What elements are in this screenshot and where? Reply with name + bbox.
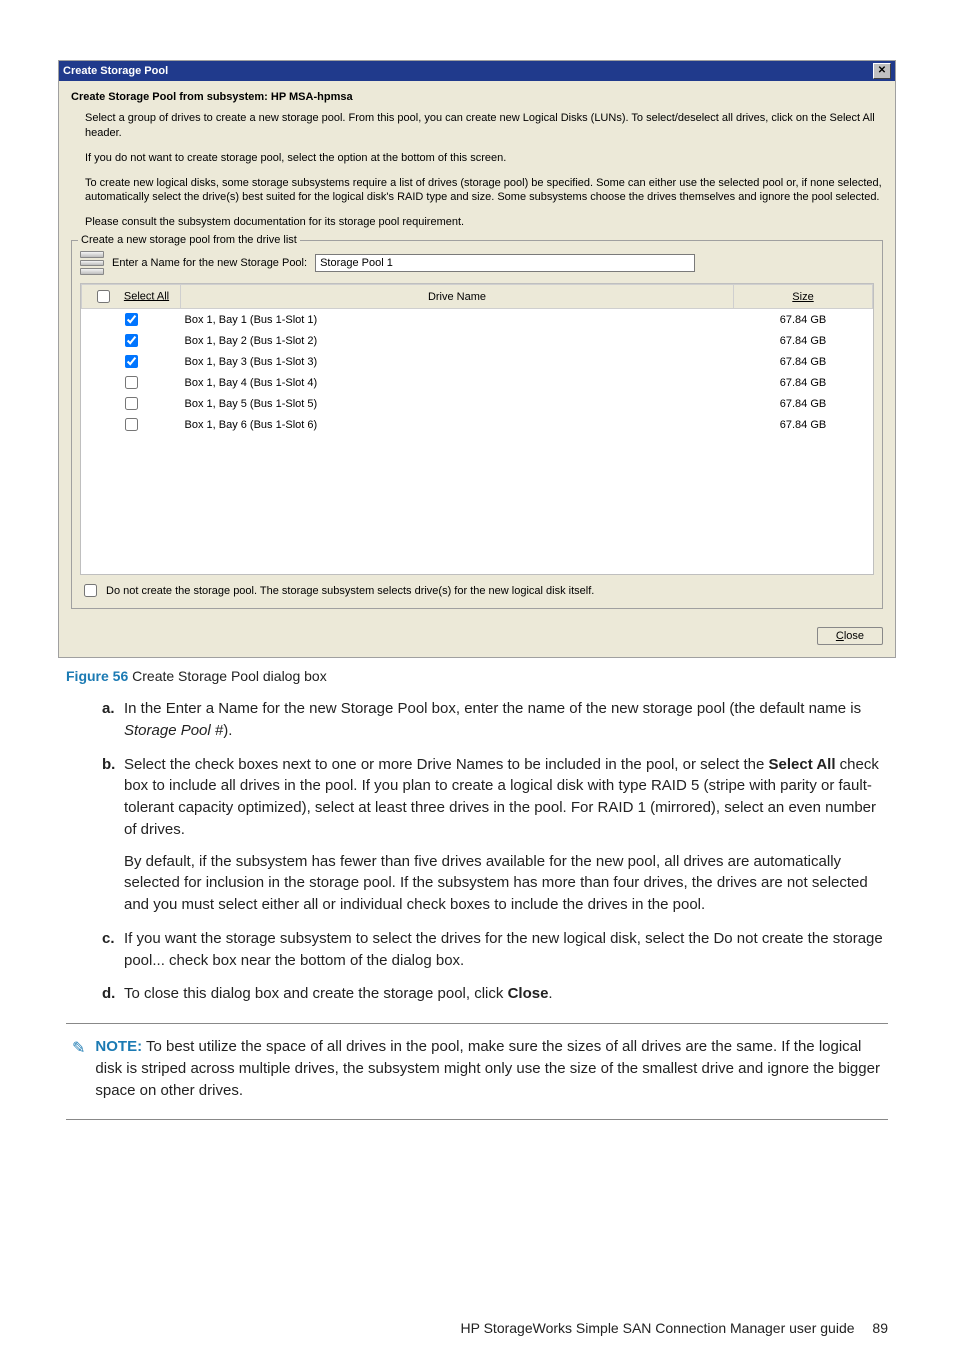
note-label: NOTE: — [95, 1038, 142, 1055]
table-row: Box 1, Bay 6 (Bus 1-Slot 6)67.84 GB — [82, 414, 873, 435]
dialog-titlebar: Create Storage Pool ✕ — [59, 61, 895, 81]
drive-name-cell: Box 1, Bay 1 (Bus 1-Slot 1) — [181, 309, 734, 331]
dialog-paragraph: Please consult the subsystem documentati… — [85, 215, 883, 230]
table-row: Box 1, Bay 3 (Bus 1-Slot 3)67.84 GB — [82, 351, 873, 372]
page-footer: HP StorageWorks Simple SAN Connection Ma… — [66, 1320, 888, 1336]
drive-size-cell: 67.84 GB — [734, 309, 873, 331]
create-storage-pool-dialog: Create Storage Pool ✕ Create Storage Poo… — [58, 60, 896, 658]
drive-size-cell: 67.84 GB — [734, 414, 873, 435]
pool-name-input[interactable] — [315, 254, 695, 272]
do-not-create-label: Do not create the storage pool. The stor… — [106, 585, 594, 597]
column-size[interactable]: Size — [734, 285, 873, 309]
drive-checkbox[interactable] — [125, 334, 138, 347]
dialog-heading: Create Storage Pool from subsystem: HP M… — [71, 91, 883, 103]
drive-name-cell: Box 1, Bay 6 (Bus 1-Slot 6) — [181, 414, 734, 435]
divider — [66, 1023, 888, 1024]
list-item: b. Select the check boxes next to one or… — [102, 754, 888, 916]
table-row: Box 1, Bay 1 (Bus 1-Slot 1)67.84 GB — [82, 309, 873, 331]
drive-checkbox[interactable] — [125, 355, 138, 368]
column-select-all[interactable]: Select All — [82, 285, 181, 309]
drive-size-cell: 67.84 GB — [734, 330, 873, 351]
footer-text: HP StorageWorks Simple SAN Connection Ma… — [461, 1320, 855, 1336]
pool-name-label: Enter a Name for the new Storage Pool: — [112, 257, 307, 269]
list-item: d. To close this dialog box and create t… — [102, 983, 888, 1005]
list-item: c. If you want the storage subsystem to … — [102, 928, 888, 972]
page-number: 89 — [872, 1320, 888, 1336]
drive-checkbox[interactable] — [125, 418, 138, 431]
drive-name-cell: Box 1, Bay 4 (Bus 1-Slot 4) — [181, 372, 734, 393]
do-not-create-checkbox[interactable] — [84, 584, 97, 597]
close-icon[interactable]: ✕ — [873, 63, 891, 79]
drive-name-cell: Box 1, Bay 2 (Bus 1-Slot 2) — [181, 330, 734, 351]
drive-checkbox[interactable] — [125, 376, 138, 389]
drive-checkbox[interactable] — [125, 313, 138, 326]
drive-size-cell: 67.84 GB — [734, 372, 873, 393]
select-all-checkbox[interactable] — [97, 290, 110, 303]
drive-grid: Select All Drive Name Size Box 1, Bay 1 … — [80, 283, 874, 575]
figure-caption: Figure 56 Create Storage Pool dialog box — [66, 668, 888, 684]
figure-label: Figure 56 — [66, 668, 128, 684]
dialog-paragraph: To create new logical disks, some storag… — [85, 176, 883, 206]
table-row: Box 1, Bay 4 (Bus 1-Slot 4)67.84 GB — [82, 372, 873, 393]
drive-name-cell: Box 1, Bay 5 (Bus 1-Slot 5) — [181, 393, 734, 414]
dialog-paragraph: Select a group of drives to create a new… — [85, 111, 883, 141]
instruction-list: a. In the Enter a Name for the new Stora… — [66, 698, 888, 1005]
drive-list-fieldset: Create a new storage pool from the drive… — [71, 240, 883, 609]
drive-size-cell: 67.84 GB — [734, 393, 873, 414]
divider — [66, 1119, 888, 1120]
note-icon: ✎ — [72, 1037, 85, 1101]
fieldset-legend: Create a new storage pool from the drive… — [78, 234, 300, 246]
list-item: a. In the Enter a Name for the new Stora… — [102, 698, 888, 742]
drive-name-cell: Box 1, Bay 3 (Bus 1-Slot 3) — [181, 351, 734, 372]
column-drive-name[interactable]: Drive Name — [181, 285, 734, 309]
note-block: ✎ NOTE: To best utilize the space of all… — [72, 1036, 882, 1101]
drives-icon — [80, 251, 104, 275]
drive-size-cell: 67.84 GB — [734, 351, 873, 372]
dialog-paragraph: If you do not want to create storage poo… — [85, 151, 883, 166]
dialog-title: Create Storage Pool — [63, 65, 168, 77]
table-row: Box 1, Bay 5 (Bus 1-Slot 5)67.84 GB — [82, 393, 873, 414]
close-button[interactable]: Close — [817, 627, 883, 645]
drive-checkbox[interactable] — [125, 397, 138, 410]
table-row: Box 1, Bay 2 (Bus 1-Slot 2)67.84 GB — [82, 330, 873, 351]
